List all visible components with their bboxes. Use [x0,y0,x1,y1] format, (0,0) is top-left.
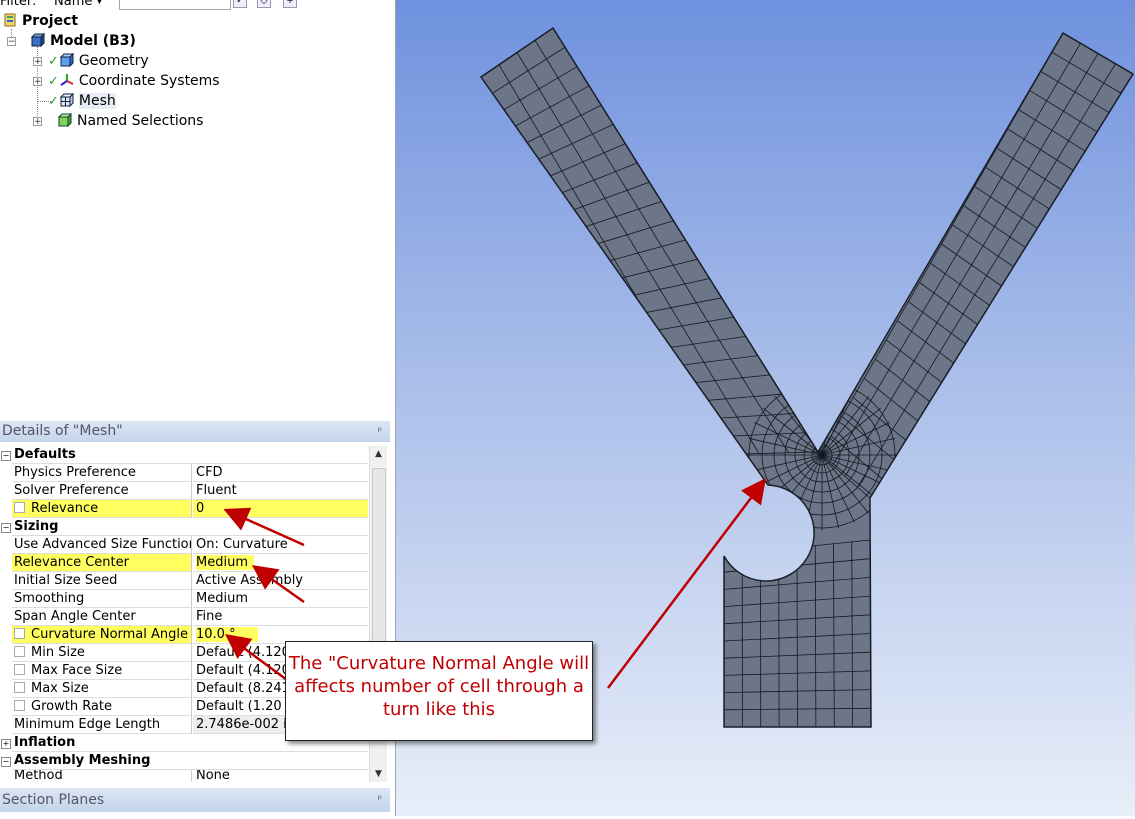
parameter-checkbox[interactable] [14,628,25,639]
parameter-checkbox[interactable] [14,682,25,693]
detail-value[interactable]: On: Curvature [193,536,368,554]
pin-icon[interactable]: ᵖ [378,421,382,442]
expand-all-button[interactable]: + [283,0,297,8]
project-icon [3,13,17,27]
tree-label-project: Project [22,13,78,29]
tree-item-mesh[interactable]: ✓ Mesh [48,91,116,111]
tree-label-named-selections: Named Selections [77,113,203,129]
tree-label-geometry: Geometry [79,53,149,69]
collapse-icon[interactable]: − [1,757,11,767]
section-planes-text: Section Planes [2,792,104,808]
section-label: Sizing [12,518,368,536]
details-panel-title: Details of "Mesh" ᵖ [0,421,390,442]
detail-label: Physics Preference [12,464,192,482]
tree-label-mesh: Mesh [79,93,116,109]
section-label: Defaults [12,446,368,464]
callout-line-1: The "Curvature Normal Angle will [286,652,592,675]
detail-row-relevance-center[interactable]: Relevance CenterMedium [0,554,368,572]
filter-label: Filter: [0,0,36,9]
filter-clear-button[interactable]: ◇ [257,0,271,8]
filter-type-dropdown[interactable]: Name [54,0,92,9]
detail-label: Relevance [12,500,192,518]
collapse-model-icon[interactable]: − [7,37,16,46]
detail-label: Min Size [12,644,192,662]
mesh-icon [60,93,74,107]
parameter-checkbox[interactable] [14,700,25,711]
detail-label: Initial Size Seed [12,572,192,590]
details-title-text: Details of "Mesh" [2,423,123,439]
scroll-up-icon[interactable]: ▲ [370,446,387,462]
detail-value[interactable]: Medium [193,554,368,572]
tree-label-model: Model (B3) [50,33,136,49]
section-defaults[interactable]: −Defaults [0,446,368,464]
geometry-icon [60,53,74,67]
expand-named-selections-icon[interactable]: + [33,117,42,126]
detail-label: Smoothing [12,590,192,608]
parameter-checkbox[interactable] [14,664,25,675]
chevron-down-icon[interactable]: ▼ [96,0,103,6]
parameter-checkbox[interactable] [14,646,25,657]
detail-row[interactable]: Physics PreferenceCFD [0,464,368,482]
check-icon: ✓ [48,74,59,89]
check-icon: ✓ [48,94,59,109]
detail-label: Curvature Normal Angle [12,626,192,644]
model-icon [31,33,45,47]
callout-line-2: affects number of cell through a [286,675,592,698]
coordinate-systems-icon [60,73,74,87]
section-planes-title: Section Planes ᵖ [0,788,390,812]
named-selections-icon [58,113,72,127]
detail-value[interactable]: 0 [193,500,368,518]
parameter-checkbox[interactable] [14,502,25,513]
filter-bar: Filter: Name ▼ ✓ ◇ + [0,0,395,10]
detail-value[interactable]: CFD [193,464,368,482]
detail-value[interactable]: None [193,770,368,782]
tree-item-project[interactable]: Project [3,11,78,31]
detail-label: Solver Preference [12,482,192,500]
detail-label: Relevance Center [12,554,192,572]
annotation-callout: The "Curvature Normal Angle will affects… [285,641,593,741]
detail-row[interactable]: Span Angle CenterFine [0,608,368,626]
expand-geometry-icon[interactable]: + [33,57,42,66]
tree-label-coordinate-systems: Coordinate Systems [79,73,220,89]
detail-label: Method [12,770,192,782]
filter-input[interactable] [119,0,231,10]
detail-value[interactable]: Medium [193,590,368,608]
tree-item-geometry[interactable]: ✓ Geometry [48,51,149,71]
tree-item-named-selections[interactable]: Named Selections [58,111,203,131]
section-sizing[interactable]: −Sizing [0,518,368,536]
detail-row-relevance[interactable]: Relevance0 [0,500,368,518]
expand-coordinate-systems-icon[interactable]: + [33,77,42,86]
detail-row[interactable]: Initial Size SeedActive Assembly [0,572,368,590]
detail-row[interactable]: MethodNone [0,770,368,782]
detail-value[interactable]: Fluent [193,482,368,500]
pin-icon[interactable]: ᵖ [378,788,382,812]
tree-item-model[interactable]: Model (B3) [31,31,136,51]
detail-label: Span Angle Center [12,608,192,626]
mesh-body [481,28,1133,727]
collapse-icon[interactable]: − [1,451,11,461]
detail-row[interactable]: Solver PreferenceFluent [0,482,368,500]
detail-label: Growth Rate [12,698,192,716]
check-icon: ✓ [48,54,59,69]
section-assembly-meshing[interactable]: −Assembly Meshing [0,752,368,770]
detail-row[interactable]: Use Advanced Size FunctionOn: Curvature [0,536,368,554]
scroll-down-icon[interactable]: ▼ [370,766,387,782]
detail-label: Use Advanced Size Function [12,536,192,554]
collapse-icon[interactable]: − [1,523,11,533]
tree-item-coordinate-systems[interactable]: ✓ Coordinate Systems [48,71,220,91]
section-label: Assembly Meshing [12,752,368,770]
filter-search-button[interactable]: ✓ [233,0,247,8]
detail-label: Max Face Size [12,662,192,680]
detail-row[interactable]: SmoothingMedium [0,590,368,608]
detail-value[interactable]: Fine [193,608,368,626]
callout-line-3: turn like this [286,698,592,721]
detail-label: Max Size [12,680,192,698]
detail-value[interactable]: Active Assembly [193,572,368,590]
detail-label: Minimum Edge Length [12,716,192,734]
expand-icon[interactable]: + [1,739,11,749]
